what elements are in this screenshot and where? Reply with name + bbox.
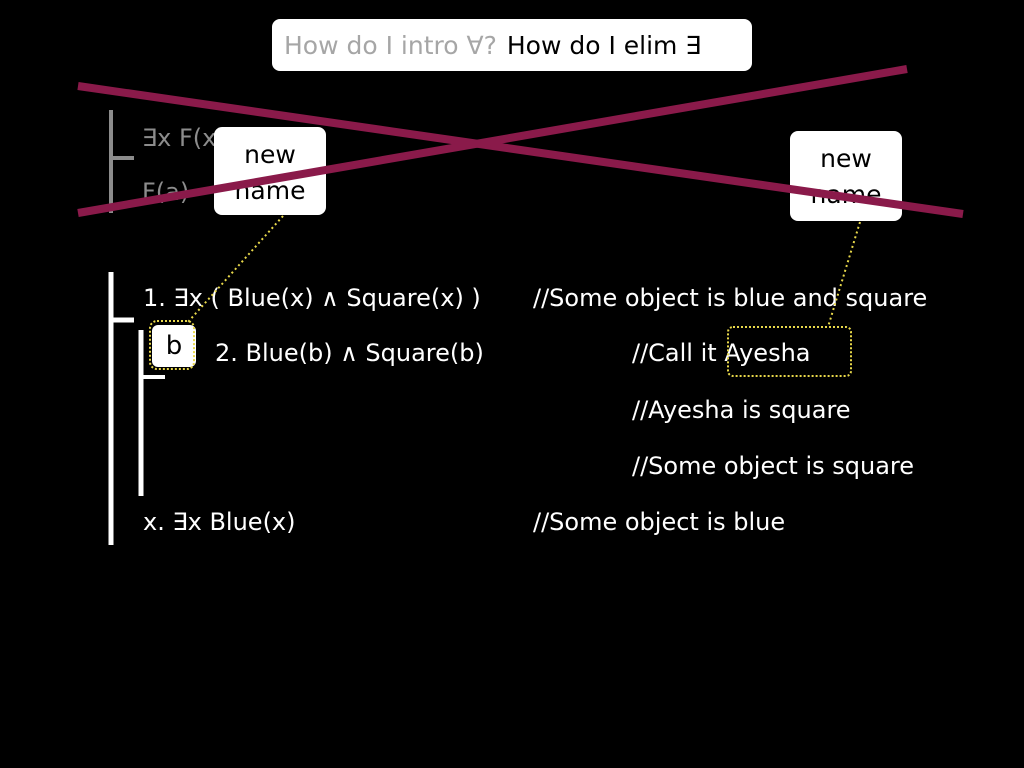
annotation-overlay xyxy=(77,65,964,328)
cross-out-stroke-1 xyxy=(77,82,964,218)
connector-left xyxy=(187,215,284,323)
connector-right xyxy=(827,221,861,328)
